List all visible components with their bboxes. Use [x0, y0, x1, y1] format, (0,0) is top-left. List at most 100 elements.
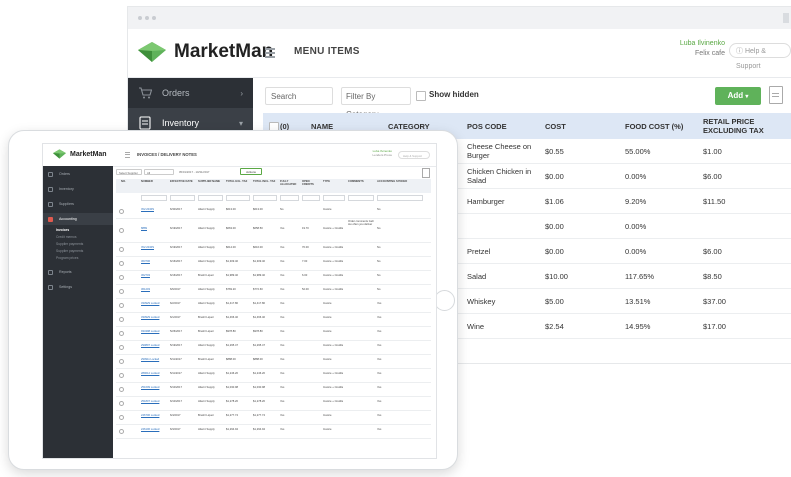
- column-header[interactable]: COMMENTS: [348, 180, 375, 183]
- add-menu-item-button[interactable]: Add ▾: [715, 87, 761, 105]
- row-radio[interactable]: [119, 359, 124, 364]
- row-radio[interactable]: [119, 331, 124, 336]
- column-filter-input[interactable]: [253, 195, 277, 201]
- sidebar-item-orders[interactable]: Orders: [43, 168, 113, 180]
- cell-number[interactable]: 246106 Locked: [141, 428, 168, 431]
- table-row[interactable]: 290911 Locked 5/11/2017 Brushl Liquor $888.…: [116, 354, 431, 369]
- column-header-food-cost[interactable]: FOOD COST (%): [625, 113, 683, 139]
- table-row[interactable]: 246106 Locked 6/3/2017 Alternt Supply $1,29…: [116, 424, 431, 439]
- status-select[interactable]: All: [144, 169, 174, 175]
- column-header[interactable]: OPEN CREDITS: [302, 180, 321, 186]
- subnav-supplier-payments[interactable]: Supplier payments: [56, 242, 83, 246]
- tablet-home-button[interactable]: [434, 290, 455, 311]
- column-filter-input[interactable]: [348, 195, 374, 201]
- table-row[interactable]: 251807 Locked 6/10/2017 Alternt Supply $1,2…: [116, 396, 431, 411]
- row-radio[interactable]: [119, 247, 124, 252]
- cell-number[interactable]: 251609 Locked: [141, 386, 168, 389]
- table-row[interactable]: 246706 Locked 6/4/2017 Brushl Liquor $1,277…: [116, 410, 431, 425]
- column-header[interactable]: FULLY ALLOCATED: [280, 180, 300, 186]
- table-row[interactable]: 289612 Locked 5/11/2017 Alternt Supply $1,2…: [116, 368, 431, 383]
- help-support-button[interactable]: Help & Support: [398, 151, 430, 159]
- sidebar-item-inventory[interactable]: Inventory: [43, 183, 113, 195]
- column-filter-input[interactable]: [302, 195, 320, 201]
- column-filter-input[interactable]: [377, 195, 423, 201]
- column-header[interactable]: ACCOUNTING SYNCED: [377, 180, 424, 183]
- row-radio[interactable]: [119, 429, 124, 434]
- actions-button[interactable]: Actions: [240, 168, 262, 175]
- user-info[interactable]: Luba Ilvinenko Lenders Proce: [372, 149, 392, 157]
- column-header[interactable]: TYPE: [323, 180, 346, 183]
- cell-number[interactable]: INV-2040S: [141, 208, 168, 211]
- table-row[interactable]: 361203 6/6/2017 Alternt Supply $769.20 $772.…: [116, 284, 431, 299]
- menu-toggle-icon[interactable]: [125, 152, 130, 159]
- sidebar-item-settings[interactable]: Settings: [43, 281, 113, 293]
- brand-logo[interactable]: MarketMan: [53, 149, 107, 159]
- category-filter-select[interactable]: Filter By Category ▾: [341, 87, 411, 119]
- menu-toggle-icon[interactable]: [265, 48, 275, 60]
- row-radio[interactable]: [119, 373, 124, 378]
- cell-number[interactable]: 290911 Locked: [141, 358, 168, 361]
- cell-number[interactable]: 361203: [141, 288, 168, 291]
- cell-number[interactable]: 8889: [141, 227, 168, 230]
- column-header[interactable]: NO.: [121, 180, 139, 183]
- table-row[interactable]: 290897 Locked 5/19/2017 Alternt Supply $1,2…: [116, 340, 431, 355]
- show-hidden-checkbox[interactable]: [416, 91, 426, 101]
- row-radio[interactable]: [119, 317, 124, 322]
- sidebar-item-reports[interactable]: Reports: [43, 266, 113, 278]
- help-support-button[interactable]: ⓘ Help & Support: [729, 43, 791, 70]
- browser-control[interactable]: [783, 13, 789, 23]
- column-filter-input[interactable]: [226, 195, 250, 201]
- row-radio[interactable]: [119, 289, 124, 294]
- column-filter-input[interactable]: [280, 195, 299, 201]
- cell-number[interactable]: 934398 Locked: [141, 330, 168, 333]
- brand-logo[interactable]: MarketMan: [138, 41, 273, 63]
- sidebar-item-suppliers[interactable]: Suppliers: [43, 198, 113, 210]
- export-document-icon[interactable]: [769, 86, 783, 104]
- subnav-invoices[interactable]: Invoices: [56, 228, 69, 232]
- cell-number[interactable]: 333929 Locked: [141, 302, 168, 305]
- row-radio[interactable]: [119, 303, 124, 308]
- date-range-picker[interactable]: 05/01/2017 - 10/31/2017: [177, 169, 237, 175]
- column-header[interactable]: SUPPLIER NAME: [198, 180, 224, 183]
- column-header[interactable]: EFFECTIVE DATE: [170, 180, 196, 183]
- cell-number[interactable]: 362703: [141, 274, 168, 277]
- column-filter-input[interactable]: [323, 195, 345, 201]
- cell-number[interactable]: 251807 Locked: [141, 400, 168, 403]
- table-row[interactable]: 333929 Locked 6/2/2017 Alternt Supply $1,41…: [116, 298, 431, 313]
- row-radio[interactable]: [119, 275, 124, 280]
- cell-number[interactable]: 333929 Locked: [141, 316, 168, 319]
- subnav-program-prices[interactable]: Program prices: [56, 256, 78, 260]
- row-radio[interactable]: [119, 387, 124, 392]
- table-row[interactable]: 251609 Locked 5/10/2017 Alternt Supply $1,0…: [116, 382, 431, 397]
- row-radio[interactable]: [119, 209, 124, 214]
- row-radio[interactable]: [119, 261, 124, 266]
- table-row[interactable]: 934398 Locked 5/26/2017 Brushl Liquor $978.…: [116, 326, 431, 341]
- row-radio[interactable]: [119, 228, 124, 233]
- window-dot[interactable]: [152, 16, 156, 20]
- user-info[interactable]: Luba Ilvinenko Felix cafe: [680, 39, 725, 59]
- column-header[interactable]: TOTAL INCL. TAX: [253, 180, 278, 183]
- window-dot[interactable]: [138, 16, 142, 20]
- column-header[interactable]: NUMBER: [141, 180, 168, 183]
- column-filter-input[interactable]: [141, 195, 167, 201]
- table-row[interactable]: 362703 6/16/2017 Brushl Liquor $1,989.40 $1,…: [116, 270, 431, 285]
- column-filter-input[interactable]: [170, 195, 195, 201]
- table-row[interactable]: INV-2040S 6/30/2017 Alternt Supply $613.00 $…: [116, 204, 431, 219]
- subnav-supplier-payments-2[interactable]: Supplier payments: [56, 249, 83, 253]
- sidebar-item-accounting[interactable]: Accounting: [43, 213, 113, 225]
- export-document-icon[interactable]: [422, 168, 430, 178]
- table-row[interactable]: INV-2040S 6/19/2017 Alternt Supply $614.00 $…: [116, 242, 431, 257]
- row-radio[interactable]: [119, 401, 124, 406]
- cell-number[interactable]: 246706 Locked: [141, 414, 168, 417]
- cell-number[interactable]: INV-2040S: [141, 246, 168, 249]
- search-input[interactable]: Search: [265, 87, 333, 105]
- subnav-credit-memos[interactable]: Credit memos: [56, 235, 77, 239]
- column-header-cost[interactable]: COST: [545, 113, 566, 139]
- cell-number[interactable]: 290897 Locked: [141, 344, 168, 347]
- sidebar-item-orders[interactable]: Orders ›: [128, 78, 253, 108]
- column-header-pos-code[interactable]: POS CODE: [467, 113, 507, 139]
- column-header[interactable]: TOTAL EXL. TAX: [226, 180, 251, 183]
- column-filter-input[interactable]: [198, 195, 223, 201]
- supplier-select[interactable]: Select Supplier: [116, 169, 142, 175]
- cell-number[interactable]: 289612 Locked: [141, 372, 168, 375]
